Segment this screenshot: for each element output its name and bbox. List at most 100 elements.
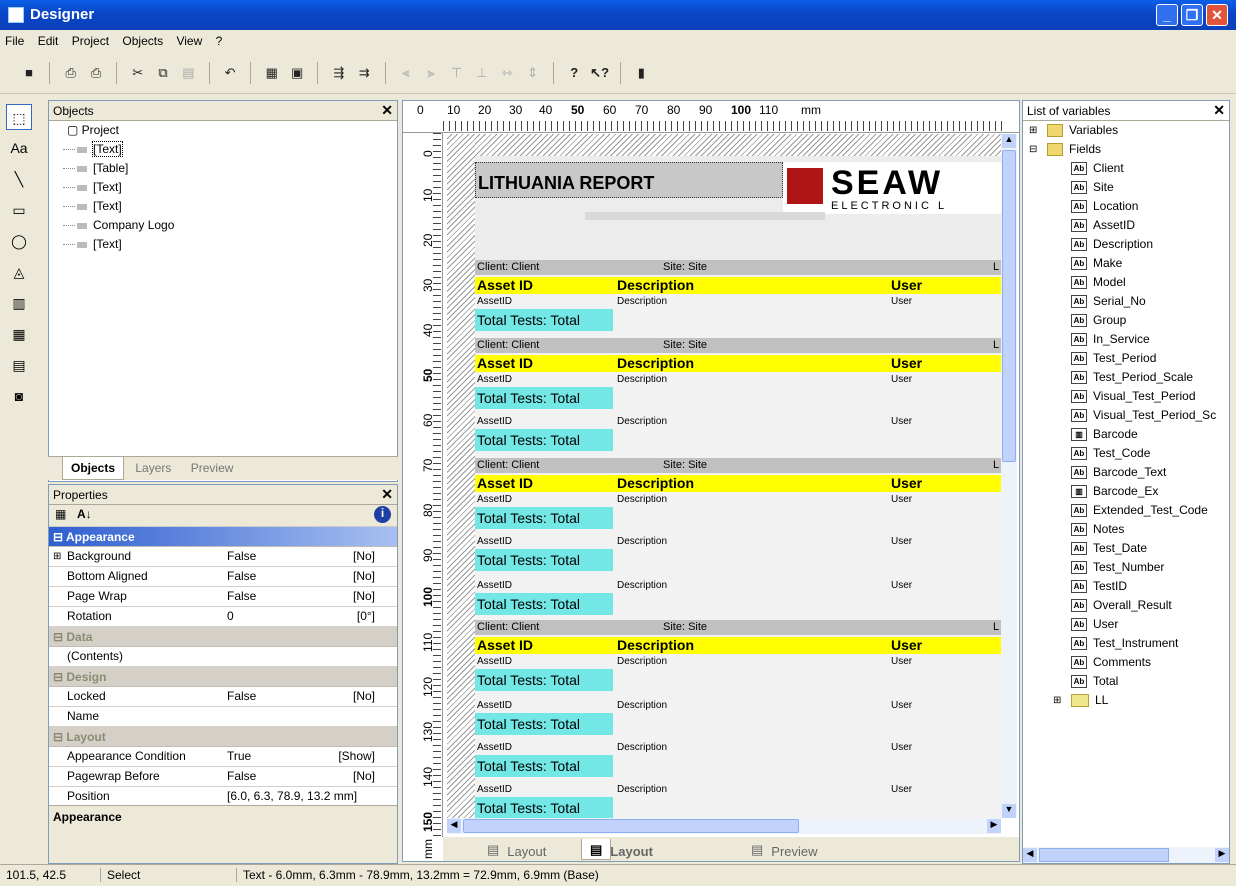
maximize-button[interactable]: ❐: [1181, 4, 1203, 26]
tab-preview[interactable]: ▤ Preview: [743, 839, 818, 860]
property-value[interactable]: True: [227, 747, 251, 766]
close-icon[interactable]: ✕: [381, 102, 393, 119]
property-value[interactable]: False: [227, 547, 256, 566]
vertical-scrollbar[interactable]: ▲ ▼: [1001, 134, 1017, 818]
property-value[interactable]: 0: [227, 607, 234, 626]
field-item[interactable]: Ab Test_Code: [1023, 444, 1229, 463]
property-value[interactable]: False: [227, 687, 256, 706]
text-tool-icon[interactable]: Aa: [6, 135, 32, 161]
property-row[interactable]: Bottom Aligned False [No]: [49, 567, 397, 587]
field-item[interactable]: Ab Location: [1023, 197, 1229, 216]
property-row[interactable]: (Contents): [49, 647, 397, 667]
expand-icon[interactable]: ⊞: [1029, 121, 1037, 140]
field-item[interactable]: Ab AssetID: [1023, 216, 1229, 235]
property-row[interactable]: Rotation 0 [0°]: [49, 607, 397, 627]
property-row[interactable]: Appearance Condition True [Show]: [49, 747, 397, 767]
close-icon[interactable]: ✕: [381, 486, 393, 503]
tree-item[interactable]: [Text]: [49, 140, 397, 159]
tree-item[interactable]: [Text]: [49, 197, 397, 216]
property-row[interactable]: Name: [49, 707, 397, 727]
select-tool-icon[interactable]: ⬚: [6, 104, 32, 130]
property-category[interactable]: ⊟ Data: [49, 627, 397, 647]
drawing-tool-icon[interactable]: ◬: [6, 259, 32, 285]
title-object[interactable]: LITHUANIA REPORT: [475, 162, 783, 198]
menu-project[interactable]: Project: [67, 30, 114, 52]
group-header-band[interactable]: Client: Client Site: Site L: [475, 620, 1001, 635]
total-row[interactable]: Total Tests: Total: [475, 713, 613, 735]
menu-edit[interactable]: Edit: [33, 30, 64, 52]
data-row[interactable]: AssetID Description User: [475, 700, 1001, 714]
menu-objects[interactable]: Objects: [117, 30, 168, 52]
total-row[interactable]: Total Tests: Total: [475, 549, 613, 571]
field-item[interactable]: Ab In_Service: [1023, 330, 1229, 349]
property-category[interactable]: ⊟ Layout: [49, 727, 397, 747]
group-icon[interactable]: ⇶: [328, 62, 350, 84]
field-item[interactable]: Ab Barcode_Text: [1023, 463, 1229, 482]
tree-group-fields[interactable]: ⊟ Fields: [1023, 140, 1229, 159]
column-header-band[interactable]: Asset ID Description User: [475, 277, 1001, 294]
property-row[interactable]: ⊞ Background False [No]: [49, 547, 397, 567]
tree-item[interactable]: [Text]: [49, 235, 397, 254]
data-row[interactable]: AssetID Description User: [475, 784, 1001, 798]
group-header-band[interactable]: Client: Client Site: Site L: [475, 458, 1001, 473]
tree-item[interactable]: [Text]: [49, 178, 397, 197]
tab-layout-preview[interactable]: ▤ Layout Preview: [581, 839, 659, 880]
minimize-button[interactable]: _: [1156, 4, 1178, 26]
data-row[interactable]: AssetID Description User: [475, 742, 1001, 756]
group-header-band[interactable]: Client: Client Site: Site L: [475, 260, 1001, 275]
close-icon[interactable]: ✕: [1213, 102, 1225, 119]
field-item[interactable]: Ab Client: [1023, 159, 1229, 178]
print-icon[interactable]: ⎙: [60, 62, 82, 84]
total-row[interactable]: Total Tests: Total: [475, 797, 613, 818]
scroll-right-icon[interactable]: ▶: [987, 819, 1001, 833]
column-header-band[interactable]: Asset ID Description User: [475, 637, 1001, 654]
align-right-icon[interactable]: ⫸: [420, 62, 442, 84]
property-category[interactable]: ⊟ Appearance: [49, 527, 397, 547]
ungroup-icon[interactable]: ⇉: [353, 62, 375, 84]
field-item[interactable]: Ab Site: [1023, 178, 1229, 197]
copy-icon[interactable]: ⧉: [152, 62, 174, 84]
tab-layout[interactable]: ▤ Layout: [479, 839, 546, 860]
context-help-icon[interactable]: ↖?: [589, 62, 611, 84]
align-bottom-icon[interactable]: ⊥: [471, 62, 493, 84]
sort-alpha-icon[interactable]: A↓: [77, 507, 92, 521]
scroll-thumb[interactable]: [1039, 848, 1169, 862]
collapse-icon[interactable]: ⊟: [1029, 140, 1037, 159]
group-header-band[interactable]: Client: Client Site: Site L: [475, 338, 1001, 353]
data-row[interactable]: AssetID Description User: [475, 656, 1001, 670]
categorized-icon[interactable]: ▦: [55, 507, 66, 521]
ellipse-tool-icon[interactable]: ◯: [6, 228, 32, 254]
scroll-thumb[interactable]: [1002, 150, 1016, 462]
print-preview-icon[interactable]: ⎙: [85, 62, 107, 84]
field-item[interactable]: Ab Serial_No: [1023, 292, 1229, 311]
data-row[interactable]: AssetID Description User: [475, 416, 1001, 430]
field-item[interactable]: Ab User: [1023, 615, 1229, 634]
expand-icon[interactable]: ⊞: [53, 547, 61, 566]
tab-layers[interactable]: Layers: [127, 457, 179, 479]
close-button[interactable]: ✕: [1206, 4, 1228, 26]
tab-objects[interactable]: Objects: [62, 457, 125, 480]
scroll-down-icon[interactable]: ▼: [1002, 804, 1016, 818]
field-item[interactable]: Ab Total: [1023, 672, 1229, 691]
data-row[interactable]: AssetID Description User: [475, 296, 1001, 310]
layout-icon[interactable]: ▦: [261, 62, 283, 84]
property-row[interactable]: Locked False [No]: [49, 687, 397, 707]
field-item[interactable]: ▥ Barcode: [1023, 425, 1229, 444]
menu-help[interactable]: ?: [211, 30, 228, 52]
barcode-tool-icon[interactable]: ▥: [6, 290, 32, 316]
property-value[interactable]: False: [227, 587, 256, 606]
scroll-thumb[interactable]: [463, 819, 799, 833]
tree-item[interactable]: [Table]: [49, 159, 397, 178]
field-item[interactable]: Ab Test_Instrument: [1023, 634, 1229, 653]
field-item[interactable]: Ab Group: [1023, 311, 1229, 330]
data-row[interactable]: AssetID Description User: [475, 536, 1001, 550]
field-item[interactable]: Ab Make: [1023, 254, 1229, 273]
field-item[interactable]: Ab Test_Period: [1023, 349, 1229, 368]
total-row[interactable]: Total Tests: Total: [475, 593, 613, 615]
formatted-text-tool-icon[interactable]: ▤: [6, 352, 32, 378]
property-category[interactable]: ⊟ Design: [49, 667, 397, 687]
field-item[interactable]: Ab Notes: [1023, 520, 1229, 539]
cut-icon[interactable]: ✂: [127, 62, 149, 84]
field-item[interactable]: Ab Extended_Test_Code: [1023, 501, 1229, 520]
menu-file[interactable]: File: [0, 30, 29, 52]
